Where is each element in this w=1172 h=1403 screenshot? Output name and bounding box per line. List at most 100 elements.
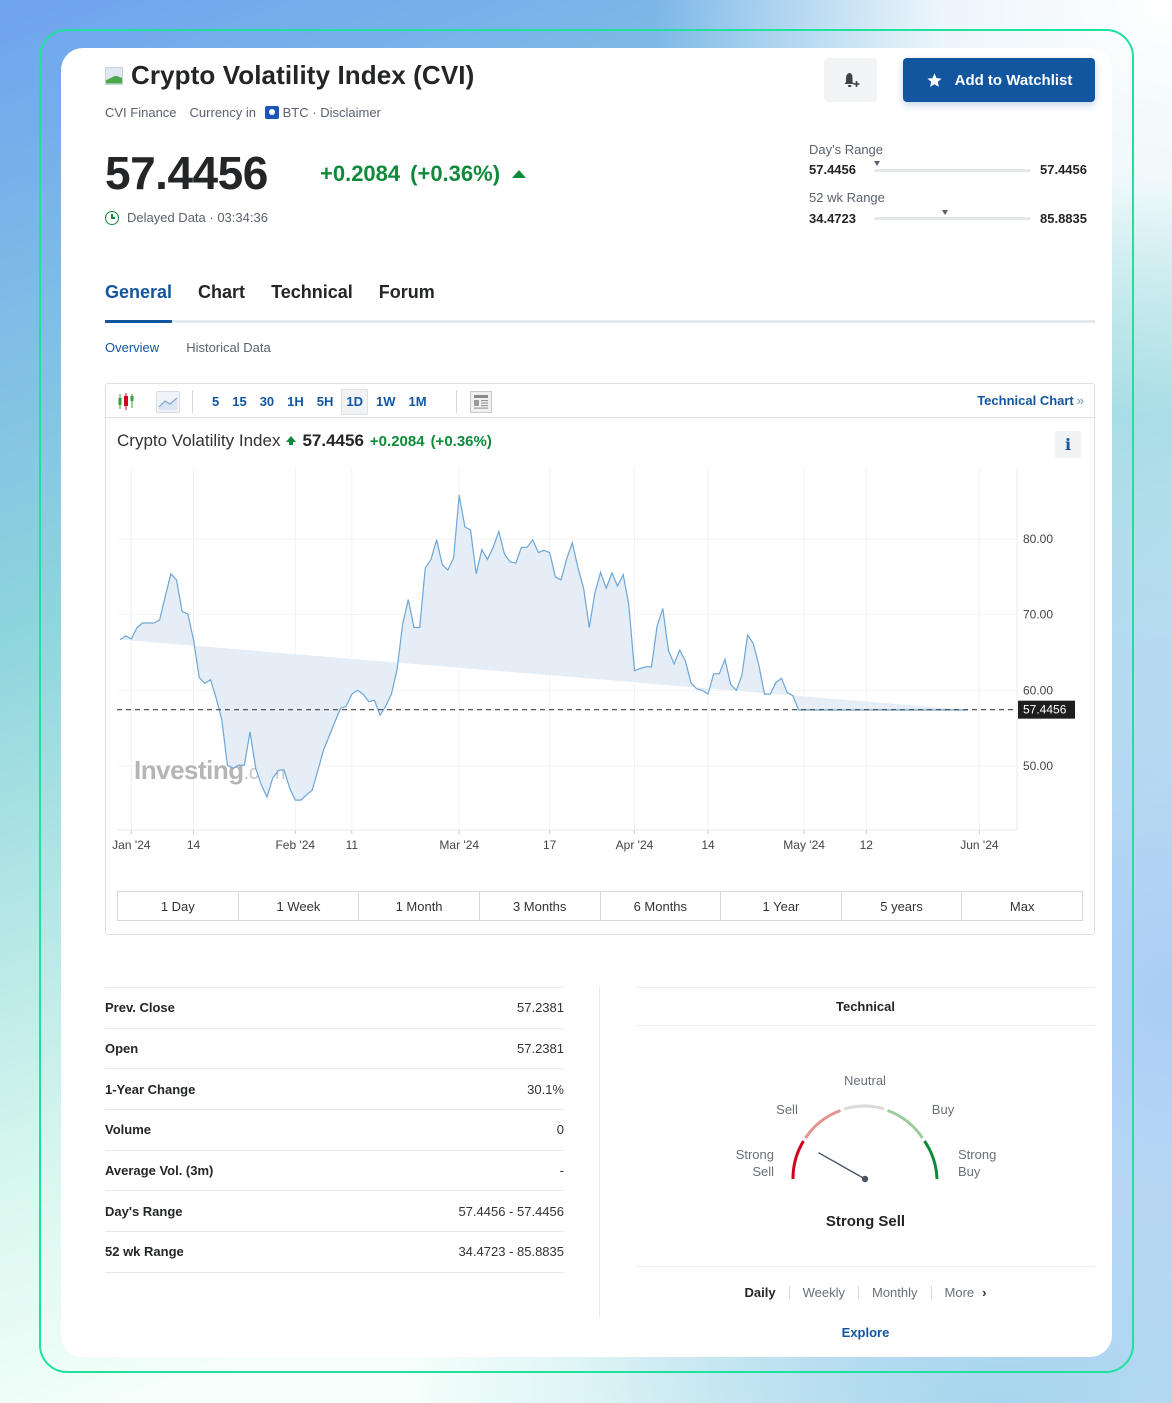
stat-label: Day's Range <box>105 1203 183 1219</box>
timeframe-selector: Daily Weekly Monthly More › <box>636 1285 1095 1300</box>
x-tick-label: 11 <box>346 838 359 852</box>
interval-30[interactable]: 30 <box>255 389 279 415</box>
page-title: Crypto Volatility Index (CVI) <box>131 60 475 90</box>
period-button-1-year[interactable]: 1 Year <box>721 892 842 920</box>
interval-selector: 5 15 30 1H 5H 1D 1W 1M <box>207 389 435 415</box>
exchange-label: CVI Finance <box>105 105 177 120</box>
timeframe-daily[interactable]: Daily <box>745 1285 776 1300</box>
subtab-historical-data[interactable]: Historical Data <box>186 340 271 355</box>
x-tick-label: Jun '24 <box>960 838 999 852</box>
tab-general[interactable]: General <box>105 282 172 303</box>
last-price-tag-label: 57.4456 <box>1023 703 1067 717</box>
double-chevron-right-icon: » <box>1076 393 1084 408</box>
info-icon: i <box>1064 435 1072 454</box>
interval-1h[interactable]: 1H <box>282 389 309 415</box>
interval-15[interactable]: 15 <box>227 389 251 415</box>
price-chart[interactable]: Investing.com 50.0060.0070.0080.00 Jan '… <box>106 460 1091 860</box>
bell-plus-icon <box>844 73 859 87</box>
period-button-1-day[interactable]: 1 Day <box>118 892 239 920</box>
main-tabs: General Chart Technical Forum <box>105 282 461 303</box>
days-range-label: Day's Range <box>809 142 884 157</box>
stat-value: - <box>559 1163 564 1179</box>
disclaimer-link[interactable]: · Disclaimer <box>312 105 381 120</box>
stat-row: Average Vol. (3m) - <box>105 1151 564 1192</box>
52wk-range-marker <box>941 210 948 215</box>
period-button-1-month[interactable]: 1 Month <box>359 892 480 920</box>
sub-tabs: Overview Historical Data <box>105 340 271 355</box>
days-range-high: 57.4456 <box>1040 162 1087 177</box>
interval-1m[interactable]: 1M <box>404 389 432 415</box>
legend-price: 57.4456 <box>302 431 364 450</box>
interval-5[interactable]: 5 <box>207 389 224 415</box>
currency-info: Currency in BTC · Disclaimer <box>189 105 381 120</box>
add-alert-button[interactable] <box>824 58 877 102</box>
technical-divider <box>636 1266 1095 1267</box>
timeframe-more[interactable]: More › <box>945 1285 987 1300</box>
candlestick-icon[interactable] <box>116 391 138 412</box>
legend-change-percent: (+0.36%) <box>430 432 492 450</box>
stat-row: 1-Year Change 30.1% <box>105 1069 564 1111</box>
stat-label: 52 wk Range <box>105 1244 184 1260</box>
tab-technical[interactable]: Technical <box>271 282 353 303</box>
period-selector: 1 Day 1 Week 1 Month 3 Months 6 Months 1 Year… <box>117 891 1083 921</box>
instrument-header: Crypto Volatility Index (CVI) <box>105 60 474 91</box>
stat-value: 57.2381 <box>517 1041 564 1057</box>
interval-5h[interactable]: 5H <box>312 389 339 415</box>
x-tick-label: Apr '24 <box>616 838 654 852</box>
info-button[interactable]: i <box>1055 431 1081 458</box>
timeframe-weekly[interactable]: Weekly <box>803 1285 845 1300</box>
gauge-label-neutral: Neutral <box>844 1073 886 1088</box>
star-icon <box>927 72 942 87</box>
x-tick-label: 14 <box>701 838 715 852</box>
explore-link[interactable]: Explore <box>636 1325 1095 1340</box>
gauge-label-sell: Sell <box>776 1102 798 1117</box>
gauge-neutral-arc <box>843 1104 885 1111</box>
stat-label: Volume <box>105 1122 151 1138</box>
up-arrow-icon <box>512 170 527 178</box>
x-tick-label: Jan '24 <box>112 838 151 852</box>
gauge-strong-sell-arc <box>791 1140 805 1180</box>
area-chart-icon[interactable] <box>156 391 180 413</box>
tab-forum[interactable]: Forum <box>379 282 435 303</box>
x-tick-label: 12 <box>860 838 874 852</box>
chart-legend: Crypto Volatility Index 57.4456 +0.2084 … <box>117 431 492 451</box>
technical-chart-link[interactable]: Technical Chart» <box>977 393 1084 408</box>
last-price: 57.4456 <box>105 147 268 199</box>
stat-label: Average Vol. (3m) <box>105 1163 214 1179</box>
y-tick-label: 60.00 <box>1023 683 1053 697</box>
x-tick-label: Mar '24 <box>439 838 479 852</box>
period-button-5-years[interactable]: 5 years <box>842 892 963 920</box>
delayed-data: Delayed Data · 03:34:36 <box>105 210 268 225</box>
interval-1w[interactable]: 1W <box>371 389 401 415</box>
52wk-range-label: 52 wk Range <box>809 190 885 205</box>
legend-change: +0.2084 <box>369 432 425 450</box>
technical-summary: Strong Sell <box>825 1213 906 1230</box>
key-stats-table: Prev. Close 57.2381 Open 57.2381 1-Year Chan… <box>105 987 564 1273</box>
y-tick-label: 50.00 <box>1023 759 1053 773</box>
news-layout-icon[interactable] <box>470 391 492 413</box>
days-range-marker <box>874 161 880 166</box>
timeframe-monthly[interactable]: Monthly <box>872 1285 918 1300</box>
stat-label: Open <box>105 1041 139 1057</box>
stat-row: Volume 0 <box>105 1110 564 1151</box>
stat-label: Prev. Close <box>105 1000 175 1016</box>
period-button-max[interactable]: Max <box>962 892 1082 920</box>
gauge-label-strong-buy: Strong Buy <box>958 1147 997 1179</box>
period-button-6-months[interactable]: 6 Months <box>601 892 722 920</box>
tab-chart[interactable]: Chart <box>198 282 245 303</box>
gauge-strong-buy-arc <box>923 1140 939 1180</box>
add-to-watchlist-button[interactable]: Add to Watchlist <box>903 58 1095 102</box>
gauge-label-buy: Buy <box>931 1102 955 1117</box>
x-tick-label: May '24 <box>783 838 825 852</box>
chart-toolbar: 5 15 30 1H 5H 1D 1W 1M Technical Chart» <box>106 384 1094 418</box>
y-axis: 50.00 60.00 70.00 80.00 <box>1016 468 1053 830</box>
stat-row: Prev. Close 57.2381 <box>105 988 564 1029</box>
subtab-overview[interactable]: Overview <box>105 340 159 355</box>
change-value: +0.2084 <box>320 161 401 186</box>
period-button-3-months[interactable]: 3 Months <box>480 892 601 920</box>
period-button-1-week[interactable]: 1 Week <box>239 892 360 920</box>
stat-value: 30.1% <box>527 1081 564 1097</box>
broken-image-icon <box>105 66 123 85</box>
interval-1d[interactable]: 1D <box>341 389 369 415</box>
52wk-range-low: 34.4723 <box>809 211 856 226</box>
